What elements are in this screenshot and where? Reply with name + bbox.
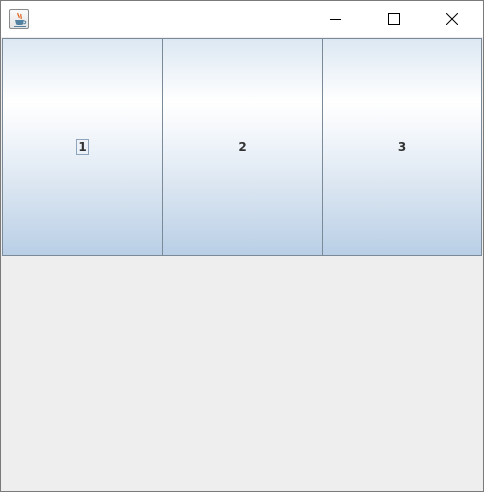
- content-pane: 1 2 3: [1, 37, 483, 491]
- button-3-label: 3: [397, 140, 407, 154]
- minimize-icon: [330, 19, 341, 20]
- close-button[interactable]: [429, 1, 475, 37]
- button-1-label: 1: [76, 139, 89, 155]
- maximize-button[interactable]: [371, 1, 417, 37]
- minimize-button[interactable]: [313, 1, 359, 37]
- button-1[interactable]: 1: [2, 38, 163, 256]
- java-coffee-cup-icon[interactable]: [9, 9, 29, 29]
- button-2[interactable]: 2: [162, 38, 323, 256]
- maximize-icon: [388, 13, 400, 25]
- title-bar[interactable]: [1, 1, 483, 37]
- app-window: 1 2 3: [0, 0, 484, 492]
- button-2-label: 2: [238, 140, 247, 154]
- button-3[interactable]: 3: [322, 38, 482, 256]
- close-icon: [446, 13, 458, 25]
